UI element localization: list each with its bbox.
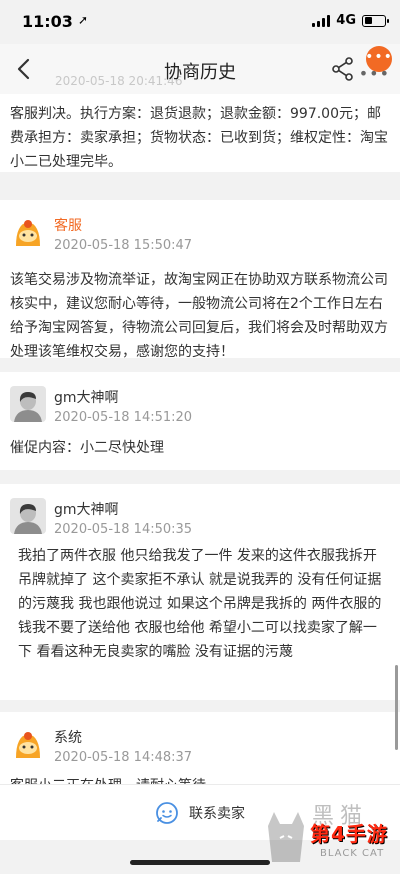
battery-icon (362, 14, 389, 27)
watermark-text: 第4手游 (310, 822, 388, 846)
message-time: 2020-05-18 14:51:20 (54, 410, 193, 425)
status-indicators: 4G (312, 13, 389, 28)
avatar (10, 386, 46, 422)
signal-icon (312, 14, 331, 27)
scrollbar[interactable] (395, 665, 398, 750)
message-text: 我拍了两件衣服 他只给我发了一件 发来的这件衣服我拆开吊牌就掉了 这个卖家拒不承… (18, 548, 382, 660)
message-card: 客服 2020-05-18 15:50:47 该笔交易涉及物流举证，故淘宝网正在… (0, 200, 400, 360)
watermark: 黑猫 第4手游 BLACK CAT (264, 804, 396, 868)
watermark-sub: BLACK CAT (320, 848, 385, 859)
share-button[interactable] (330, 56, 356, 82)
network-type: 4G (336, 13, 356, 28)
location-arrow-icon: ➚ (78, 13, 89, 27)
nav-bar: 2020-05-18 20:41:46 协商历史 ••• ••• (0, 44, 400, 94)
more-icon: ••• (365, 49, 393, 65)
message-card: gm大神啊 2020-05-18 14:50:35 我拍了两件衣服 他只给我发了… (0, 484, 400, 700)
avatar (10, 498, 46, 534)
status-time: 11:03 (22, 12, 73, 31)
message-card: gm大神啊 2020-05-18 14:51:20 催促内容：小二尽快处理 (0, 372, 400, 470)
contact-seller-button[interactable]: 联系卖家 (155, 801, 245, 825)
message-card: 系统 2020-05-18 14:48:37 客服小二正在处理，请耐心等待 (0, 712, 400, 784)
message-text: 客服判决。执行方案：退货退款；退款金额：997.00元；邮费承担方：卖家承担；货… (10, 106, 388, 170)
service-avatar-icon (10, 214, 46, 250)
message-time: 2020-05-18 14:50:35 (54, 522, 193, 537)
contact-seller-label: 联系卖家 (189, 805, 245, 822)
avatar (10, 726, 46, 762)
message-card: 客服判决。执行方案：退货退款；退款金额：997.00元；邮费承担方：卖家承担；货… (0, 94, 400, 172)
message-text: 催促内容：小二尽快处理 (10, 440, 164, 456)
share-icon (332, 57, 353, 81)
message-text: 客服小二正在处理，请耐心等待 (0, 774, 216, 784)
black-cat-logo-icon (268, 812, 304, 862)
user-avatar-icon (10, 386, 46, 422)
sender-name: gm大神啊 (54, 502, 119, 518)
user-avatar-icon (10, 498, 46, 534)
message-time: 2020-05-18 15:50:47 (54, 238, 193, 253)
sender-name: gm大神啊 (54, 390, 119, 406)
message-list[interactable]: 客服判决。执行方案：退货退款；退款金额：997.00元；邮费承担方：卖家承担；货… (0, 94, 400, 784)
avatar (10, 214, 46, 250)
message-text: 该笔交易涉及物流举证，故淘宝网正在协助双方联系物流公司核实中，建议您耐心等待，一… (10, 272, 388, 360)
chat-smile-icon (156, 801, 178, 824)
sender-name: 系统 (54, 730, 82, 746)
sender-name: 客服 (54, 218, 82, 234)
system-avatar-icon (10, 726, 46, 762)
more-dots-icon[interactable]: ••• (359, 64, 390, 83)
home-indicator[interactable] (130, 860, 270, 865)
message-time: 2020-05-18 14:48:37 (54, 750, 193, 765)
status-bar: 11:03 ➚ 4G (0, 0, 400, 44)
